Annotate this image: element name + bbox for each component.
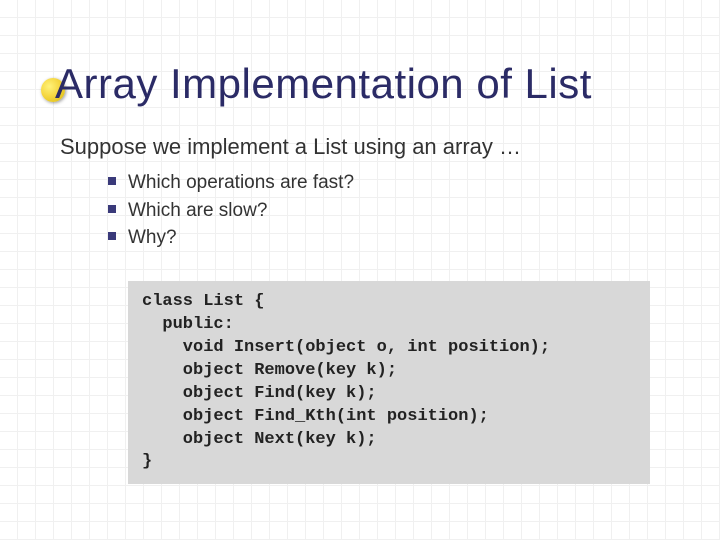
title-block: Array Implementation of List bbox=[55, 60, 720, 108]
bullet-item: Which are slow? bbox=[108, 198, 720, 224]
bullet-list: Which operations are fast? Which are slo… bbox=[108, 170, 720, 251]
code-block: class List { public: void Insert(object … bbox=[128, 281, 650, 485]
slide: Array Implementation of List Suppose we … bbox=[0, 60, 720, 540]
intro-text: Suppose we implement a List using an arr… bbox=[60, 134, 720, 160]
bullet-item: Which operations are fast? bbox=[108, 170, 720, 196]
slide-title: Array Implementation of List bbox=[55, 60, 720, 108]
bullet-item: Why? bbox=[108, 225, 720, 251]
